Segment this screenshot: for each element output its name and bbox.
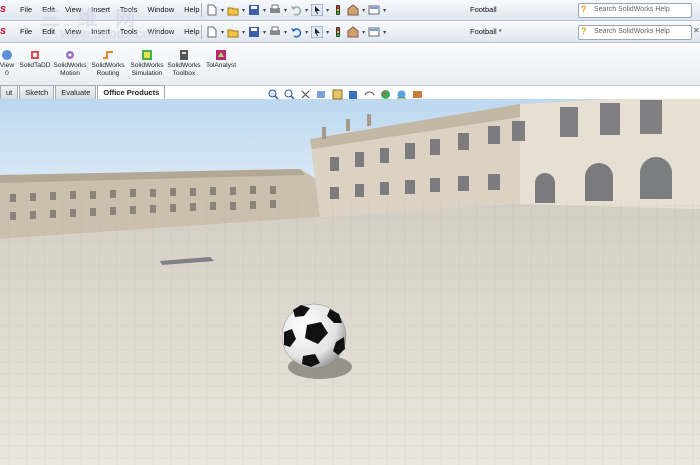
command-manager-tabs: ut Sketch Evaluate Office Products (0, 85, 166, 100)
menu-file[interactable]: File (20, 5, 37, 14)
simulation-icon (142, 50, 152, 60)
routing-icon (103, 51, 113, 59)
tab-office-products[interactable]: Office Products (97, 85, 166, 100)
menu-file[interactable]: File (20, 27, 37, 36)
undo-icon[interactable] (290, 4, 302, 16)
toolbar-separator (201, 25, 202, 39)
save-icon[interactable] (248, 26, 260, 38)
watermark-url: www.3dbox.com (60, 26, 163, 41)
undo-icon[interactable] (290, 26, 302, 38)
apply-scene-icon[interactable] (396, 89, 407, 100)
rebuild-icon[interactable] (332, 26, 344, 38)
options-icon[interactable] (368, 4, 380, 16)
file-properties-icon[interactable] (347, 4, 359, 16)
menu-window[interactable]: Window (142, 5, 179, 14)
section-view-icon[interactable] (316, 89, 327, 100)
ribbon-label: SolidWorks Motion (53, 62, 87, 77)
ribbon-button-routing[interactable]: SolidWorks Routing (90, 49, 126, 78)
scene-render (0, 99, 700, 465)
standard-toolbar: ▾ ▾ ▾ ▾ ▾ ▾ ▾ ▾ (206, 25, 386, 39)
close-icon[interactable]: ✕ (693, 26, 700, 35)
search-box[interactable]: ? Search SolidWorks Help (578, 3, 692, 18)
open-folder-icon[interactable] (227, 4, 239, 16)
file-properties-icon[interactable] (347, 26, 359, 38)
tab-sketch[interactable]: Sketch (19, 85, 55, 99)
search-box[interactable]: ? Search SolidWorks Help (578, 25, 692, 40)
motion-icon (66, 51, 74, 59)
ribbon-label: View 0 (0, 62, 15, 77)
toolbox-icon (180, 50, 188, 60)
document-title: Football * (470, 27, 502, 36)
ribbon-button-circuitworks[interactable]: SolidTaDD (18, 49, 52, 70)
photoview-icon (2, 50, 12, 60)
circuit-icon (31, 51, 39, 59)
solidworks-logo: s (0, 3, 7, 15)
ribbon-button-toolbox[interactable]: SolidWorks Toolbox (166, 49, 202, 78)
ribbon-button-simulation[interactable]: SolidWorks Simulation (128, 49, 166, 78)
ribbon-label: TolAnalyst (205, 62, 237, 69)
hide-show-icon[interactable] (364, 89, 375, 100)
edit-appearance-icon[interactable] (380, 89, 391, 100)
zoom-to-area-icon[interactable] (284, 89, 295, 100)
solidworks-logo: s (0, 25, 7, 37)
ribbon-label: SolidWorks Simulation (130, 62, 164, 77)
print-icon[interactable] (269, 4, 281, 16)
ribbon-button-tolanalyst[interactable]: TolAnalyst (204, 49, 238, 70)
new-document-icon[interactable] (206, 4, 218, 16)
command-manager: View 0 SolidTaDD SolidWorks Motion Solid… (0, 43, 700, 86)
graphics-viewport[interactable] (0, 99, 700, 465)
ribbon-label: SolidWorks Routing (91, 62, 125, 77)
help-question-icon: ? (581, 4, 587, 14)
print-icon[interactable] (269, 26, 281, 38)
headsup-view-toolbar (268, 89, 423, 100)
tab-layout[interactable]: ut (0, 85, 19, 99)
soccer-ball[interactable] (281, 303, 347, 369)
previous-view-icon[interactable] (300, 89, 311, 100)
toolbar-separator (201, 3, 202, 17)
ribbon-button-motion[interactable]: SolidWorks Motion (52, 49, 88, 78)
search-placeholder: Search SolidWorks Help (594, 6, 670, 13)
save-icon[interactable] (248, 4, 260, 16)
select-arrow-icon[interactable] (311, 26, 324, 38)
display-style-icon[interactable] (348, 89, 359, 100)
standard-toolbar: ▾ ▾ ▾ ▾ ▾ ▾ ▾ ▾ (206, 3, 386, 17)
rebuild-icon[interactable] (332, 4, 344, 16)
ribbon-label: SolidWorks Toolbox (167, 62, 201, 77)
tab-evaluate[interactable]: Evaluate (55, 85, 97, 99)
search-placeholder: Search SolidWorks Help (594, 28, 670, 35)
zoom-to-fit-icon[interactable] (268, 89, 279, 100)
select-arrow-icon[interactable] (311, 4, 324, 16)
new-document-icon[interactable] (206, 26, 218, 38)
tolanalyst-icon (216, 50, 226, 60)
help-question-icon: ? (581, 26, 587, 36)
open-folder-icon[interactable] (227, 26, 239, 38)
view-settings-icon[interactable] (412, 89, 423, 100)
ribbon-button-photoview[interactable]: View 0 (0, 49, 18, 78)
document-title: Football (470, 5, 497, 14)
view-orientation-icon[interactable] (332, 89, 343, 100)
options-icon[interactable] (368, 26, 380, 38)
cobblestone-texture (0, 199, 700, 465)
